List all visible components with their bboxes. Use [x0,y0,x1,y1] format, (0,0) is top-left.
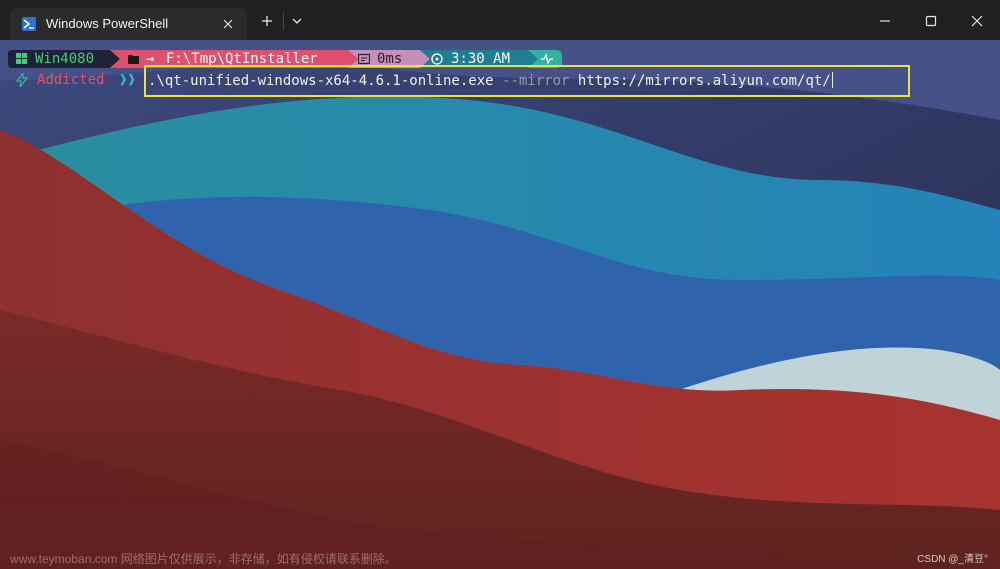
host-label: Win4080 [35,51,95,67]
maximize-button[interactable] [916,6,946,36]
text-cursor [831,72,833,88]
tab-dropdown-button[interactable] [288,10,306,32]
command-url: https://mirrors.aliyun.com/qt/ [577,73,831,89]
command-flag: --mirror [502,73,570,89]
close-tab-button[interactable] [218,14,238,34]
plus-icon [262,16,272,26]
tab-title: Windows PowerShell [46,16,169,31]
wallpaper-background [0,40,1000,569]
new-tab-button[interactable] [256,10,278,32]
folder-icon [128,50,139,68]
close-icon [971,15,983,27]
terminal-window: Windows PowerShell Win4080 → F:\Tmp\QtIn… [0,0,1000,569]
watermark-left: www.teymoban.com 网络图片仅供展示，非存储，如有侵权请联系删除。 [10,552,397,566]
minimize-icon [880,20,890,22]
command-executable: .\qt-unified-windows-x64-4.6.1-online.ex… [148,73,494,89]
status-label: Addicted [37,72,105,88]
close-window-button[interactable] [962,6,992,36]
tab-windows-powershell[interactable]: Windows PowerShell [10,8,247,40]
windows-icon [16,50,28,68]
close-icon [223,19,233,29]
powershell-icon [22,17,36,31]
tab-separator [283,12,284,30]
lightning-icon [15,70,29,90]
prompt-chevrons: ❱❱ [119,72,136,88]
chevron-down-icon [292,18,302,24]
command-input[interactable]: .\qt-unified-windows-x64-4.6.1-online.ex… [148,71,833,91]
terminal-content[interactable]: Win4080 → F:\Tmp\QtInstaller 0ms 3:30 AM… [0,40,1000,569]
minimize-button[interactable] [870,6,900,36]
maximize-icon [925,15,937,27]
watermark-right: CSDN @_清豆° [917,554,988,565]
title-bar: Windows PowerShell [0,0,1000,40]
